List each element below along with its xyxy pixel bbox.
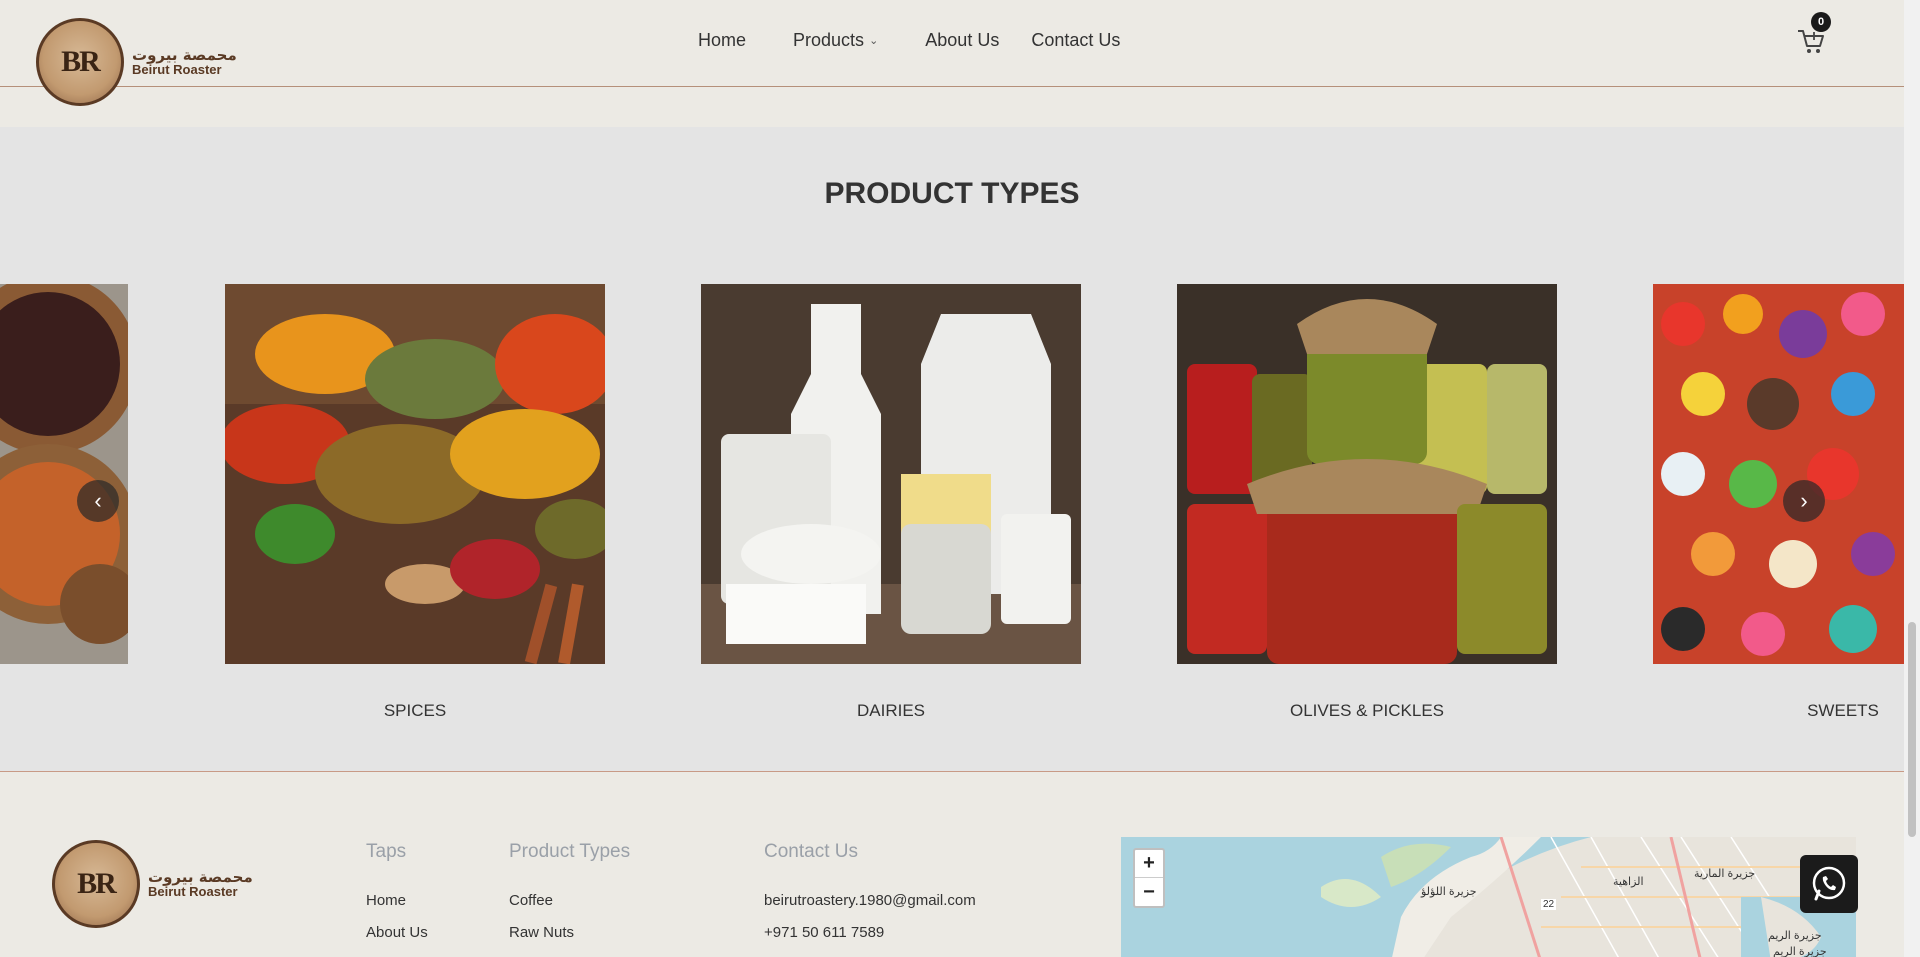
map-label: جزيرة اللؤلؤ <box>1421 886 1477 898</box>
logo-badge: BR <box>52 840 140 928</box>
map-zoom-control: + − <box>1133 848 1165 908</box>
olives-pickles-image <box>1177 284 1557 664</box>
zoom-in-button[interactable]: + <box>1135 850 1163 878</box>
brand-logo[interactable]: BR محمصة بيروت Beirut Roaster <box>36 18 237 106</box>
whatsapp-button[interactable] <box>1800 855 1858 913</box>
brand-name-arabic: محمصة بيروت <box>148 867 253 886</box>
product-card-coffee[interactable] <box>0 284 128 664</box>
carousel-next-button[interactable]: › <box>1783 480 1825 522</box>
map-tiles <box>1121 837 1856 957</box>
scrollbar-thumb[interactable] <box>1908 622 1916 837</box>
nav-products-label: Products <box>793 30 865 50</box>
nav-contact[interactable]: Contact Us <box>1031 30 1120 51</box>
product-card-label: SWEETS <box>1807 701 1879 720</box>
dairies-image <box>701 284 1081 664</box>
map-road-shield: 22 <box>1541 899 1557 910</box>
sweets-image <box>1653 284 1904 664</box>
footer-link-home[interactable]: Home <box>366 892 406 909</box>
site-header: BR محمصة بيروت Beirut Roaster Home Produ… <box>0 0 1904 106</box>
map-label: جزيرة الريم <box>1768 930 1822 942</box>
map-label: الزاهية <box>1613 876 1644 888</box>
footer-phone-link[interactable]: +971 50 611 7589 <box>764 924 884 941</box>
footer-link-coffee[interactable]: Coffee <box>509 892 553 909</box>
brand-name-arabic: محمصة بيروت <box>132 45 237 64</box>
whatsapp-icon <box>1812 866 1846 901</box>
product-card-olives-pickles[interactable] <box>1177 284 1557 664</box>
coffee-beans-image <box>0 284 128 664</box>
site-footer: BR محمصة بيروت Beirut Roaster Taps Home … <box>0 773 1904 957</box>
footer-link-about[interactable]: About Us <box>366 924 428 941</box>
chevron-left-icon: ‹ <box>94 488 102 513</box>
location-map[interactable]: جزيرة اللؤلؤ الزاهية جزيرة المارية جزيرة… <box>1121 837 1856 957</box>
nav-products[interactable]: Products ⌄ <box>793 30 878 51</box>
product-card-dairies[interactable] <box>701 284 1081 664</box>
product-types-section: PRODUCT TYPES SPICES DAIRIES OLIVES & PI… <box>0 127 1904 772</box>
nav-about[interactable]: About Us <box>925 30 999 51</box>
chevron-down-icon: ⌄ <box>869 35 879 47</box>
product-card-label: SPICES <box>383 701 447 720</box>
logo-text: محمصة بيروت Beirut Roaster <box>132 47 237 78</box>
footer-email-link[interactable]: beirutroastery.1980@gmail.com <box>764 892 976 909</box>
map-label: جزيرة المارية <box>1694 868 1756 880</box>
brand-name-english: Beirut Roaster <box>148 884 238 900</box>
spices-image <box>225 284 605 664</box>
product-card-label: DAIRIES <box>856 701 926 720</box>
cart-count-badge: 0 <box>1811 12 1831 32</box>
main-nav: Home Products ⌄ About Us Contact Us <box>698 30 1120 51</box>
footer-contact-title: Contact Us <box>764 841 858 862</box>
footer-taps-title: Taps <box>366 841 407 862</box>
logo-text: محمصة بيروت Beirut Roaster <box>148 869 253 900</box>
footer-product-types-title: Product Types <box>509 841 631 862</box>
product-card-label: OLIVES & PICKLES <box>1289 701 1444 720</box>
zoom-out-button[interactable]: − <box>1135 878 1163 906</box>
logo-badge: BR <box>36 18 124 106</box>
section-title: PRODUCT TYPES <box>824 177 1080 210</box>
product-card-spices[interactable] <box>225 284 605 664</box>
map-label: جزيرة الريم <box>1773 946 1827 957</box>
brand-name-english: Beirut Roaster <box>132 62 222 78</box>
product-card-sweets[interactable] <box>1653 284 1904 664</box>
nav-home[interactable]: Home <box>698 30 746 51</box>
footer-logo[interactable]: BR محمصة بيروت Beirut Roaster <box>52 840 253 928</box>
footer-link-raw-nuts[interactable]: Raw Nuts <box>509 924 574 941</box>
chevron-right-icon: › <box>1800 488 1808 513</box>
carousel-prev-button[interactable]: ‹ <box>77 480 119 522</box>
